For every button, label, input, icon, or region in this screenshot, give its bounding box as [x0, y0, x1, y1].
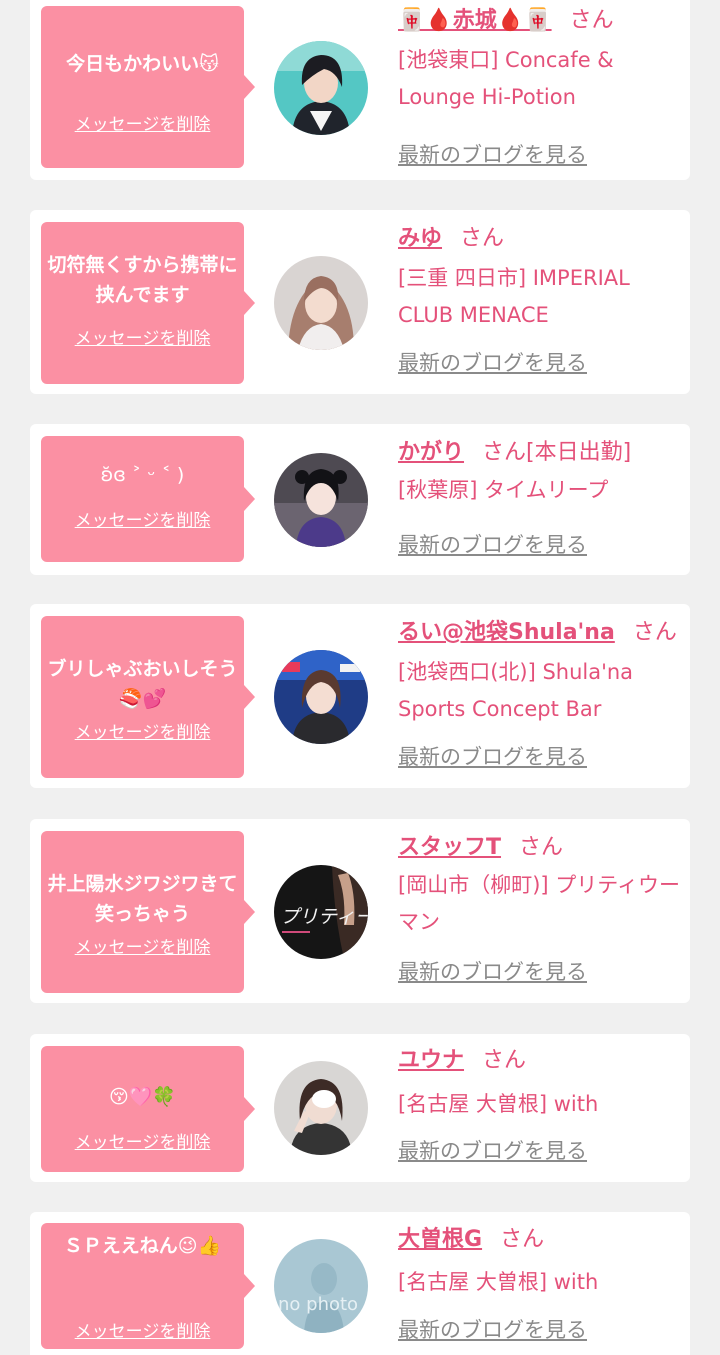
shop-name: [池袋東口] Concafe & Lounge Hi-Potion	[398, 48, 614, 109]
message-bubble: 😚🩷🍀 メッセージを削除	[41, 1046, 255, 1172]
message-text: 今日もかわいい😽	[66, 53, 219, 75]
message-bubble: 今日もかわいい😽 メッセージを削除	[41, 6, 255, 168]
delete-message-link[interactable]: メッセージを削除	[41, 722, 244, 744]
sender-name-line: るい@池袋Shula'na さん	[398, 616, 677, 650]
message-card: ＳＰええねん😉👍 メッセージを削除 no photo 大曽根G さん [名古屋 大…	[30, 1212, 690, 1355]
message-card: 今日もかわいい😽 メッセージを削除 🀄🩸赤城🩸🀄 さん [池袋東口] Concaf…	[30, 0, 690, 180]
delete-message-link[interactable]: メッセージを削除	[41, 937, 244, 959]
delete-message-link[interactable]: メッセージを削除	[41, 510, 244, 532]
message-bubble: ʚ̆ɞ ˃ ᵕ ˂ ) メッセージを削除	[41, 436, 255, 562]
message-card: 😚🩷🍀 メッセージを削除 ユウナ さん [名古屋 大曽根] with 最新のブログ…	[30, 1034, 690, 1182]
message-card: 切符無くすから携帯に挟んでます メッセージを削除 みゆ さん [三重 四日市] I…	[30, 210, 690, 394]
sender-name-line: かがり さん[本日出勤]	[398, 436, 631, 470]
avatar[interactable]: プリティーウーマ	[274, 865, 368, 959]
message-text: ＳＰええねん😉👍	[63, 1235, 222, 1257]
latest-blog-link[interactable]: 最新のブログを見る	[398, 140, 587, 170]
latest-blog-link[interactable]: 最新のブログを見る	[398, 1136, 587, 1166]
avatar[interactable]	[274, 256, 368, 350]
message-card: ブリしゃぶおいしそう🍣💕 メッセージを削除 るい@池袋Shula'na さん [池…	[30, 604, 690, 788]
message-text: ブリしゃぶおいしそう🍣💕	[47, 658, 238, 710]
avatar[interactable]	[274, 41, 368, 135]
message-bubble: 井上陽水ジワジワきて笑っちゃう メッセージを削除	[41, 831, 255, 993]
shop-name: [秋葉原] タイムリープ	[398, 478, 609, 502]
sender-name-link[interactable]: 🀄🩸赤城🩸🀄	[398, 8, 552, 33]
honorific: さん	[569, 8, 614, 33]
latest-blog-link[interactable]: 最新のブログを見る	[398, 530, 587, 560]
shop-name: [名古屋 大曽根] with	[398, 1092, 599, 1116]
sender-name-line: 🀄🩸赤城🩸🀄 さん	[398, 4, 614, 38]
delete-message-link[interactable]: メッセージを削除	[41, 1321, 244, 1343]
honorific: さん	[519, 835, 564, 860]
latest-blog-link[interactable]: 最新のブログを見る	[398, 1315, 587, 1345]
shop-name: [池袋西口(北)] Shula'na Sports Concept Bar	[398, 660, 634, 721]
latest-blog-link[interactable]: 最新のブログを見る	[398, 957, 587, 987]
latest-blog-link[interactable]: 最新のブログを見る	[398, 348, 587, 378]
shop-name: [岡山市（柳町)] プリティウーマン	[398, 873, 680, 934]
latest-blog-link[interactable]: 最新のブログを見る	[398, 742, 587, 772]
sender-name-link[interactable]: るい@池袋Shula'na	[398, 620, 615, 645]
avatar[interactable]: no photo	[274, 1239, 368, 1333]
message-card: ʚ̆ɞ ˃ ᵕ ˂ ) メッセージを削除 かがり さん[本日出勤] [秋葉原] タ…	[30, 424, 690, 575]
honorific: さん	[632, 620, 677, 645]
sender-name-link[interactable]: かがり	[398, 440, 464, 465]
sender-name-link[interactable]: 大曽根G	[398, 1227, 482, 1252]
delete-message-link[interactable]: メッセージを削除	[41, 328, 244, 350]
avatar[interactable]	[274, 453, 368, 547]
sender-name-link[interactable]: スタッフT	[398, 835, 501, 860]
no-photo-text: no photo	[278, 1294, 358, 1315]
sender-name-line: みゆ さん	[398, 222, 504, 256]
message-bubble: ブリしゃぶおいしそう🍣💕 メッセージを削除	[41, 616, 255, 778]
sender-name-link[interactable]: ユウナ	[398, 1048, 464, 1073]
delete-message-link[interactable]: メッセージを削除	[41, 114, 244, 136]
honorific: さん	[500, 1227, 545, 1252]
message-text: 井上陽水ジワジワきて笑っちゃう	[47, 873, 238, 925]
message-text: 切符無くすから携帯に挟んでます	[47, 254, 238, 306]
sender-name-link[interactable]: みゆ	[398, 226, 442, 251]
avatar[interactable]	[274, 1061, 368, 1155]
avatar[interactable]	[274, 650, 368, 744]
honorific: さん[本日出勤]	[482, 440, 632, 465]
message-text: 😚🩷🍀	[108, 1086, 177, 1108]
shop-name: [三重 四日市] IMPERIAL CLUB MENACE	[398, 266, 630, 327]
shop-name: [名古屋 大曽根] with	[398, 1270, 599, 1294]
message-card: 井上陽水ジワジワきて笑っちゃう メッセージを削除 プリティーウーマ スタッフT さ…	[30, 819, 690, 1003]
message-bubble: ＳＰええねん😉👍 メッセージを削除	[41, 1223, 255, 1349]
logo-text: プリティーウーマ	[280, 906, 368, 928]
sender-name-line: スタッフT さん	[398, 831, 563, 865]
sender-name-line: 大曽根G さん	[398, 1223, 544, 1257]
sender-name-line: ユウナ さん	[398, 1044, 526, 1078]
message-text: ʚ̆ɞ ˃ ᵕ ˂ )	[100, 464, 185, 486]
delete-message-link[interactable]: メッセージを削除	[41, 1132, 244, 1154]
message-bubble: 切符無くすから携帯に挟んでます メッセージを削除	[41, 222, 255, 384]
honorific: さん	[482, 1048, 527, 1073]
honorific: さん	[460, 226, 505, 251]
message-list: 今日もかわいい😽 メッセージを削除 🀄🩸赤城🩸🀄 さん [池袋東口] Concaf…	[0, 0, 720, 1355]
